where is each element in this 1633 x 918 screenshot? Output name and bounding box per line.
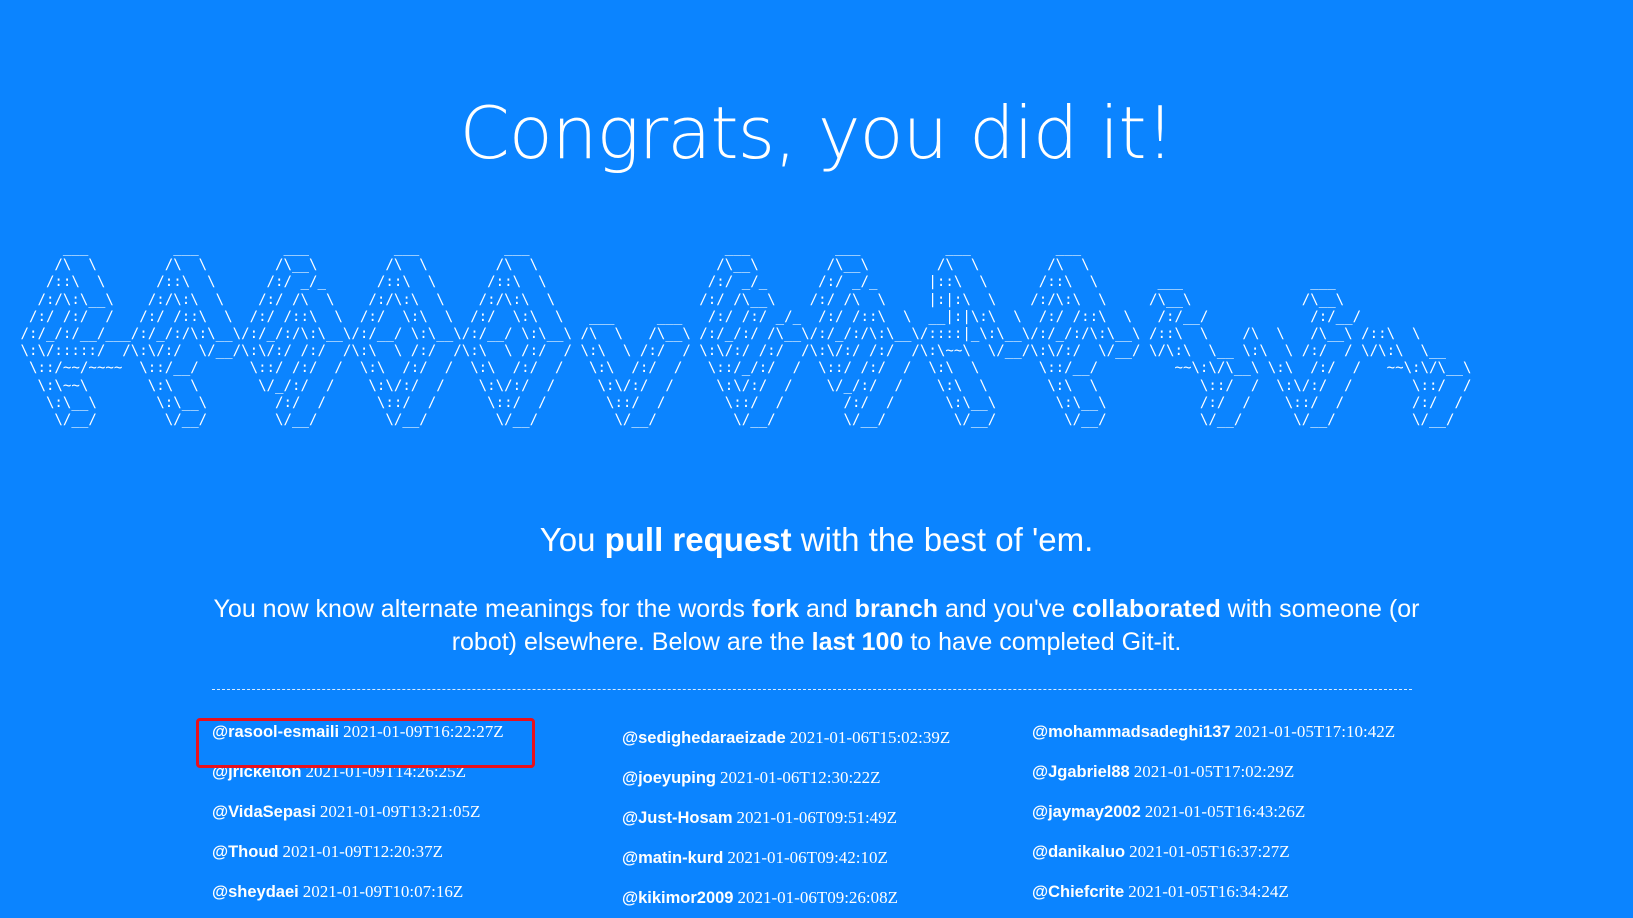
list-item: @joeyuping 2021-01-06T12:30:22Z — [622, 766, 1022, 806]
completion-timestamp: 2021-01-06T09:51:49Z — [736, 808, 898, 827]
user-link[interactable]: @rasool-esmaili — [212, 723, 339, 741]
user-link[interactable]: @jaymay2002 — [1032, 803, 1141, 821]
completions-column-2: @sedighedaraeizade 2021-01-06T15:02:39Z @… — [622, 726, 1022, 918]
list-item: @rasool-esmaili 2021-01-09T16:22:27Z — [212, 720, 612, 760]
list-item: @jaymay2002 2021-01-05T16:43:26Z — [1032, 800, 1432, 840]
user-link[interactable]: @matin-kurd — [622, 849, 723, 867]
user-link[interactable]: @Jgabriel88 — [1032, 763, 1130, 781]
user-link[interactable]: @Chiefcrite — [1032, 883, 1124, 901]
completion-timestamp: 2021-01-09T14:26:25Z — [305, 762, 466, 781]
list-item: @VidaSepasi 2021-01-09T13:21:05Z — [212, 800, 612, 840]
list-item: @kikimor2009 2021-01-06T09:26:08Z — [622, 886, 1022, 918]
completion-timestamp: 2021-01-06T09:42:10Z — [727, 848, 888, 867]
description: You now know alternate meanings for the … — [213, 595, 1420, 656]
completion-timestamp: 2021-01-05T17:02:29Z — [1133, 762, 1295, 781]
completions-column-3: @mohammadsadeghi137 2021-01-05T17:10:42Z … — [1032, 720, 1432, 918]
list-item: @matin-kurd 2021-01-06T09:42:10Z — [622, 846, 1022, 886]
list-item: @jrickelton 2021-01-09T14:26:25Z — [212, 760, 612, 800]
completion-timestamp: 2021-01-05T17:10:42Z — [1234, 722, 1396, 741]
completion-timestamp: 2021-01-09T10:07:16Z — [302, 882, 464, 901]
completion-timestamp: 2021-01-06T15:02:39Z — [789, 728, 951, 747]
list-item: @Thoud 2021-01-09T12:20:37Z — [212, 840, 612, 880]
completion-timestamp: 2021-01-09T13:21:05Z — [319, 802, 481, 821]
completion-timestamp: 2021-01-09T16:22:27Z — [343, 722, 504, 741]
user-link[interactable]: @jrickelton — [212, 763, 301, 781]
user-link[interactable]: @danikaluo — [1032, 843, 1125, 861]
tagline: You pull request with the best of 'em. — [539, 521, 1094, 558]
list-item: @sedighedaraeizade 2021-01-06T15:02:39Z — [622, 726, 1022, 766]
user-link[interactable]: @sedighedaraeizade — [622, 729, 786, 747]
completion-timestamp: 2021-01-06T12:30:22Z — [720, 768, 881, 787]
list-item: @Just-Hosam 2021-01-06T09:51:49Z — [622, 806, 1022, 846]
completion-timestamp: 2021-01-09T12:20:37Z — [282, 842, 444, 861]
list-item: @sheydaei 2021-01-09T10:07:16Z — [212, 880, 612, 918]
user-link[interactable]: @kikimor2009 — [622, 889, 734, 907]
user-link[interactable]: @mohammadsadeghi137 — [1032, 723, 1231, 741]
user-link[interactable]: @VidaSepasi — [212, 803, 316, 821]
ascii-art-banner: ___ ___ ___ ___ ___ ___ ___ ___ ___ /\ \… — [20, 240, 1472, 429]
list-item: @mohammadsadeghi137 2021-01-05T17:10:42Z — [1032, 720, 1432, 760]
user-link[interactable]: @sheydaei — [212, 883, 299, 901]
section-divider — [212, 689, 1412, 690]
list-item: @danikaluo 2021-01-05T16:37:27Z — [1032, 840, 1432, 880]
list-item: @Jgabriel88 2021-01-05T17:02:29Z — [1032, 760, 1432, 800]
completion-timestamp: 2021-01-05T16:34:24Z — [1128, 882, 1289, 901]
completion-page: Congrats, you did it! ___ ___ ___ ___ __… — [0, 0, 1633, 918]
completions-column-1: @rasool-esmaili 2021-01-09T16:22:27Z @jri… — [212, 720, 612, 918]
user-link[interactable]: @joeyuping — [622, 769, 716, 787]
user-link[interactable]: @Thoud — [212, 843, 278, 861]
list-item: @Chiefcrite 2021-01-05T16:34:24Z — [1032, 880, 1432, 918]
completion-timestamp: 2021-01-05T16:37:27Z — [1129, 842, 1290, 861]
user-link[interactable]: @Just-Hosam — [622, 809, 733, 827]
completion-timestamp: 2021-01-06T09:26:08Z — [737, 888, 899, 907]
page-title: Congrats, you did it! — [459, 91, 1175, 175]
completion-timestamp: 2021-01-05T16:43:26Z — [1144, 802, 1306, 821]
